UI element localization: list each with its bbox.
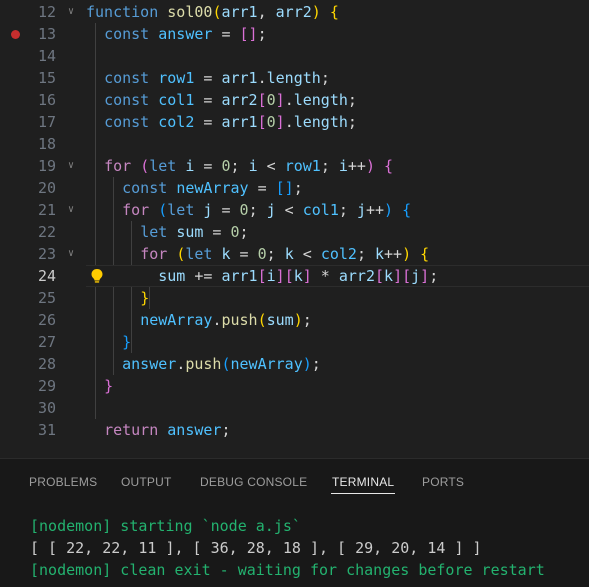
line-number[interactable]: 25 — [0, 287, 56, 309]
code-line[interactable]: 28 answer.push(newArray); — [0, 353, 589, 375]
code-text: const col2 = arr1[0].length; — [104, 113, 357, 131]
code-text: for (let i = 0; i < row1; i++) { — [104, 157, 394, 175]
code-text: const newArray = []; — [122, 179, 303, 197]
line-number[interactable]: 14 — [0, 45, 56, 67]
code-text: for (let j = 0; j < col1; j++) { — [122, 201, 412, 219]
code-text: return answer; — [104, 421, 231, 439]
line-number[interactable]: 21 — [0, 199, 56, 221]
code-line[interactable]: 16 const col1 = arr2[0].length; — [0, 89, 589, 111]
chevron-down-icon[interactable]: ∨ — [64, 155, 78, 177]
code-text: sum += arr1[i][k] * arr2[k][j]; — [158, 267, 439, 285]
code-line[interactable]: 24 sum += arr1[i][k] * arr2[k][j]; — [0, 265, 589, 287]
code-line[interactable]: 26 newArray.push(sum); — [0, 309, 589, 331]
code-line[interactable]: 15 const row1 = arr1.length; — [0, 67, 589, 89]
chevron-down-icon[interactable]: ∨ — [64, 243, 78, 265]
code-line[interactable]: 27 } — [0, 331, 589, 353]
tab-output[interactable]: OUTPUT — [121, 475, 172, 489]
tab-problems[interactable]: PROBLEMS — [29, 475, 97, 489]
code-line[interactable]: 31 return answer; — [0, 419, 589, 441]
code-text: for (let k = 0; k < col2; k++) { — [140, 245, 430, 263]
line-number[interactable]: 23 — [0, 243, 56, 265]
line-number[interactable]: 15 — [0, 67, 56, 89]
line-number[interactable]: 22 — [0, 221, 56, 243]
line-number[interactable]: 28 — [0, 353, 56, 375]
code-line[interactable]: 12 ∨ function sol00(arr1, arr2) { — [0, 1, 589, 23]
line-number[interactable]: 24 — [0, 265, 56, 287]
line-number[interactable]: 26 — [0, 309, 56, 331]
code-line[interactable]: 18 — [0, 133, 589, 155]
code-text: answer.push(newArray); — [122, 355, 321, 373]
code-line[interactable]: 19 ∨ for (let i = 0; i < row1; i++) { — [0, 155, 589, 177]
active-tab-indicator — [331, 493, 395, 494]
code-line[interactable]: 17 const col2 = arr1[0].length; — [0, 111, 589, 133]
code-text: } — [140, 289, 150, 307]
terminal-line: [nodemon] clean exit - waiting for chang… — [30, 561, 545, 579]
line-number[interactable]: 19 — [0, 155, 56, 177]
code-line[interactable]: 30 — [0, 397, 589, 419]
chevron-down-icon[interactable]: ∨ — [64, 1, 78, 23]
tab-terminal[interactable]: TERMINAL — [332, 475, 394, 489]
code-line[interactable]: 23 ∨ for (let k = 0; k < col2; k++) { — [0, 243, 589, 265]
code-text: const answer = []; — [104, 25, 267, 43]
code-line[interactable]: 13 const answer = []; — [0, 23, 589, 45]
code-text: const col1 = arr2[0].length; — [104, 91, 357, 109]
code-text: newArray.push(sum); — [140, 311, 312, 329]
code-text: let sum = 0; — [140, 223, 249, 241]
line-number[interactable]: 17 — [0, 111, 56, 133]
line-number[interactable]: 30 — [0, 397, 56, 419]
code-line[interactable]: 21 ∨ for (let j = 0; j < col1; j++) { — [0, 199, 589, 221]
code-line[interactable]: 20 const newArray = []; — [0, 177, 589, 199]
bottom-panel: PROBLEMS OUTPUT DEBUG CONSOLE TERMINAL P… — [0, 459, 589, 587]
line-number[interactable]: 31 — [0, 419, 56, 441]
code-line[interactable]: 25 } — [0, 287, 589, 309]
code-editor[interactable]: 12 ∨ function sol00(arr1, arr2) { 13 const … — [0, 0, 589, 458]
code-text: const row1 = arr1.length; — [104, 69, 330, 87]
code-line[interactable]: 14 — [0, 45, 589, 67]
line-number[interactable]: 13 — [0, 23, 56, 45]
line-number[interactable]: 16 — [0, 89, 56, 111]
line-number[interactable]: 12 — [0, 1, 56, 23]
chevron-down-icon[interactable]: ∨ — [64, 199, 78, 221]
terminal-line: [nodemon] starting `node a.js` — [30, 517, 301, 535]
tab-ports[interactable]: PORTS — [422, 475, 464, 489]
code-line[interactable]: 29 } — [0, 375, 589, 397]
line-number[interactable]: 20 — [0, 177, 56, 199]
code-text: } — [122, 333, 132, 351]
terminal-line: [ [ 22, 22, 11 ], [ 36, 28, 18 ], [ 29, … — [30, 539, 482, 557]
panel-tab-bar: PROBLEMS OUTPUT DEBUG CONSOLE TERMINAL P… — [0, 459, 589, 507]
line-number[interactable]: 29 — [0, 375, 56, 397]
tab-debug-console[interactable]: DEBUG CONSOLE — [200, 475, 307, 489]
line-number[interactable]: 18 — [0, 133, 56, 155]
code-text: function sol00(arr1, arr2) { — [86, 3, 339, 21]
code-line[interactable]: 22 let sum = 0; — [0, 221, 589, 243]
code-text: } — [104, 377, 114, 395]
line-number[interactable]: 27 — [0, 331, 56, 353]
